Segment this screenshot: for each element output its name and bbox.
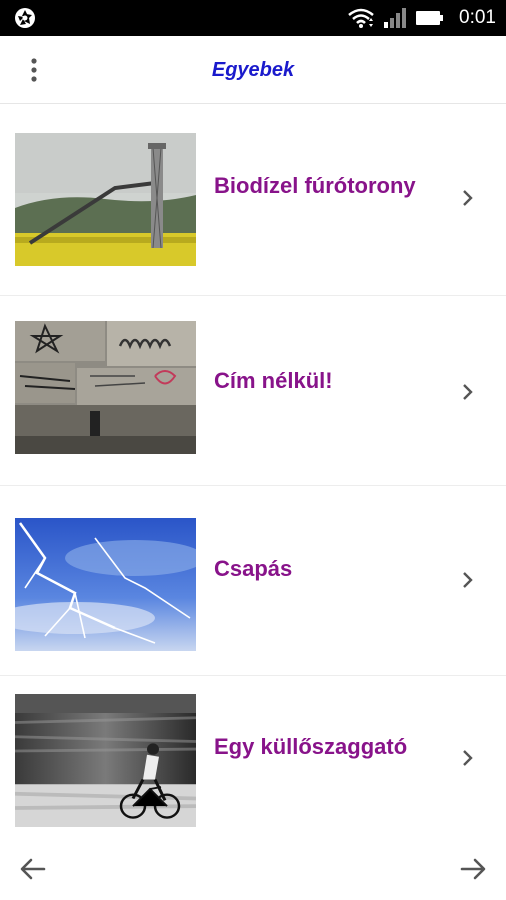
chevron-right-icon [463,190,473,206]
cyclist-thumbnail [15,694,196,827]
list-item[interactable]: Egy küllőszaggató [0,675,506,865]
arrow-right-icon[interactable] [458,854,488,884]
page-title: Egyebek [211,59,295,81]
item-label: Cím nélkül! [214,368,333,393]
status-time: 0:01 [459,7,496,28]
item-label: Csapás [214,556,293,581]
app-bar: Egyebek [0,36,506,104]
cell-signal-icon [384,8,407,28]
chevron-right-icon [463,750,473,766]
oil-drilling-tower-thumbnail [15,133,196,266]
status-bar: 0:01 [0,0,506,36]
item-list: Biodízel fúrótorony Cím nélkül! Csapás E… [0,105,506,865]
list-item[interactable]: Biodízel fúrótorony [0,105,506,295]
wifi-icon [348,8,374,28]
arrow-left-icon[interactable] [18,854,48,884]
chevron-right-icon [463,384,473,400]
graffiti-wall-thumbnail [15,321,196,454]
overflow-menu-button[interactable] [20,56,48,84]
chevron-right-icon [463,572,473,588]
list-item[interactable]: Csapás [0,485,506,675]
lightning-thumbnail [15,518,196,651]
item-label: Egy küllőszaggató [214,734,408,759]
bottom-navigation [0,838,506,900]
camera-aperture-icon [15,8,35,28]
overflow-menu-icon [31,58,37,82]
list-item[interactable]: Cím nélkül! [0,295,506,485]
battery-icon [416,11,444,25]
item-label: Biodízel fúrótorony [214,173,416,198]
